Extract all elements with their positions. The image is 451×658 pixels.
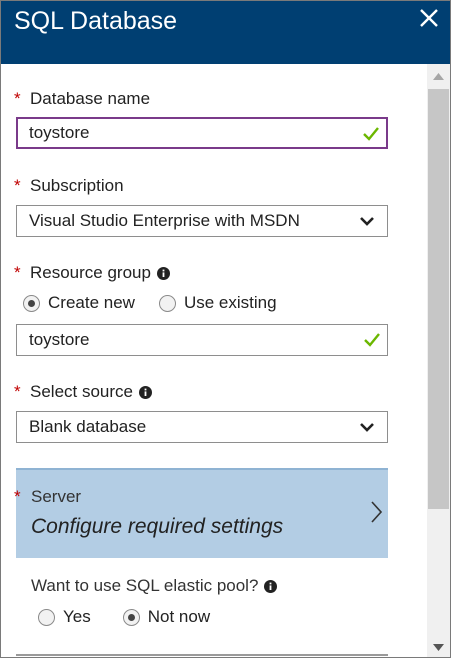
create-new-radio[interactable]: Create new: [23, 293, 135, 313]
vertical-scrollbar[interactable]: [427, 64, 450, 657]
elastic-pool-label: Want to use SQL elastic pool?: [31, 576, 259, 595]
resource-group-value: toystore: [29, 330, 90, 349]
database-name-input[interactable]: toystore: [16, 117, 388, 149]
server-label: Server: [31, 487, 82, 506]
resource-group-options: Create new Use existing: [23, 292, 301, 314]
subscription-label: Subscription: [30, 176, 124, 195]
blade-content: * Database name toystore * Subscription …: [1, 64, 425, 657]
blade-header: SQL Database: [1, 1, 450, 64]
subscription-label-row: * Subscription: [14, 175, 124, 197]
chevron-right-icon: [371, 501, 383, 523]
server-value: Configure required settings: [31, 515, 284, 538]
elastic-pool-yes-label: Yes: [63, 607, 91, 626]
elastic-pool-options: Yes Not now: [38, 606, 234, 628]
elastic-pool-label-row: Want to use SQL elastic pool?: [31, 575, 278, 597]
elastic-pool-not-now-label: Not now: [147, 607, 211, 626]
scroll-down-arrow-icon[interactable]: [433, 644, 444, 652]
required-marker: *: [14, 382, 21, 401]
valid-check-icon: [364, 333, 380, 347]
database-name-label: Database name: [30, 89, 151, 108]
subscription-selected: Visual Studio Enterprise with MSDN: [29, 211, 300, 230]
chevron-down-icon: [360, 423, 374, 432]
scroll-up-arrow-icon[interactable]: [433, 72, 444, 80]
valid-check-icon: [363, 127, 379, 141]
resource-group-input[interactable]: toystore: [16, 324, 388, 356]
radio-selected-indicator: [122, 608, 140, 626]
blade-title: SQL Database: [14, 7, 178, 35]
required-marker: *: [14, 89, 21, 108]
elastic-pool-yes-radio[interactable]: Yes: [38, 607, 91, 627]
close-button[interactable]: [416, 5, 442, 31]
resource-group-label-row: * Resource group: [14, 262, 170, 284]
sql-database-blade: SQL Database * Database name toystore * …: [0, 0, 451, 658]
resource-group-label: Resource group: [30, 263, 151, 282]
database-name-label-row: * Database name: [14, 88, 150, 110]
close-icon: [420, 9, 438, 27]
required-marker: *: [14, 263, 21, 282]
use-existing-label: Use existing: [183, 293, 277, 312]
elastic-pool-not-now-radio[interactable]: Not now: [122, 607, 211, 627]
section-divider: [16, 654, 388, 656]
select-source-label: Select source: [30, 382, 133, 401]
info-icon[interactable]: [139, 385, 152, 399]
required-marker: *: [14, 176, 21, 195]
chevron-down-icon: [360, 217, 374, 226]
server-settings-blade[interactable]: * Server Configure required settings: [14, 468, 388, 558]
radio-unselected-indicator: [158, 294, 176, 312]
select-source-label-row: * Select source: [14, 381, 152, 403]
use-existing-radio[interactable]: Use existing: [158, 293, 277, 313]
info-icon[interactable]: [264, 579, 278, 593]
subscription-dropdown[interactable]: Visual Studio Enterprise with MSDN: [16, 205, 388, 237]
required-marker: *: [14, 487, 21, 506]
select-source-dropdown[interactable]: Blank database: [16, 411, 388, 443]
info-icon[interactable]: [156, 266, 170, 280]
create-new-label: Create new: [48, 293, 135, 312]
select-source-selected: Blank database: [29, 417, 147, 436]
database-name-value: toystore: [29, 123, 90, 142]
scrollbar-thumb[interactable]: [428, 89, 449, 509]
radio-unselected-indicator: [38, 608, 55, 626]
radio-selected-indicator: [23, 294, 40, 312]
